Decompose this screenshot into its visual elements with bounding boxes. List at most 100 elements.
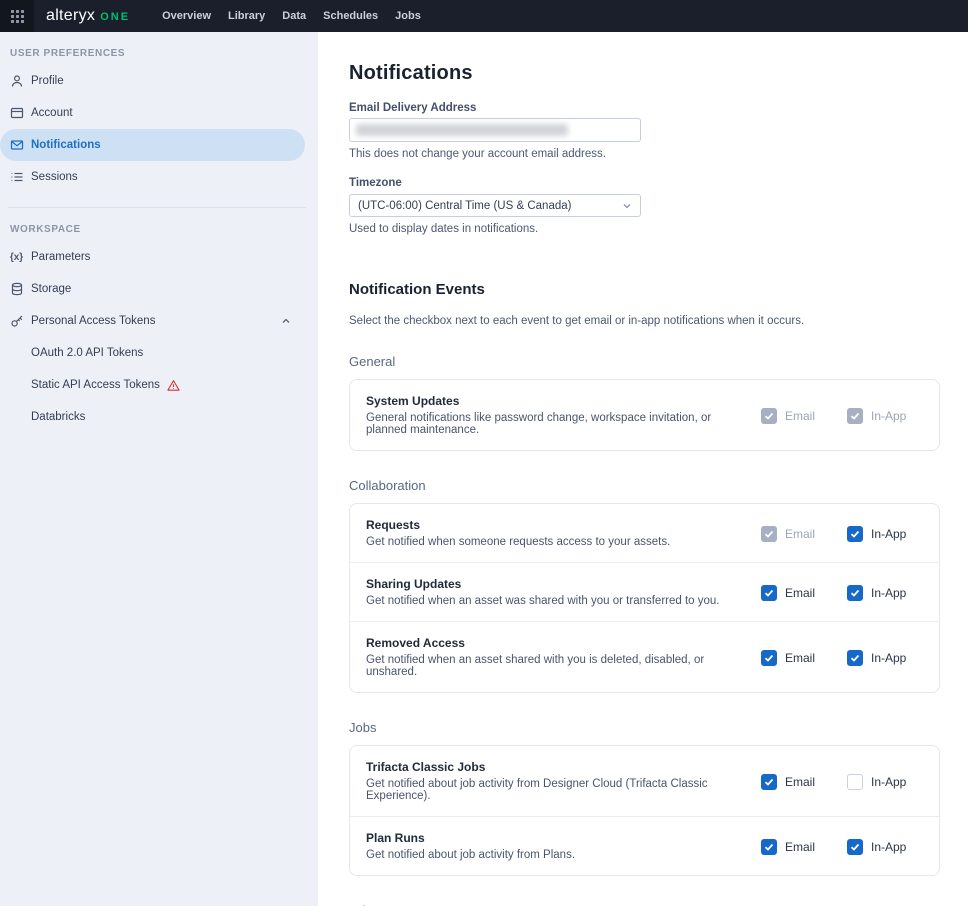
nav-item-library[interactable]: Library <box>228 10 265 22</box>
inapp-checkbox[interactable]: In-App <box>847 650 923 666</box>
sidebar-item-static-api-access-tokens[interactable]: Static API Access Tokens <box>0 369 305 401</box>
email-delivery-address-label: Email Delivery Address <box>349 102 940 114</box>
checkbox-label: Email <box>785 409 815 423</box>
timezone-select[interactable]: (UTC-06:00) Central Time (US & Canada) <box>349 194 641 217</box>
email-checkbox[interactable]: Email <box>761 526 847 542</box>
warning-triangle-icon <box>167 379 180 392</box>
sidebar-item-account[interactable]: Account <box>0 97 305 129</box>
checkbox[interactable] <box>761 408 777 424</box>
event-description: General notifications like password chan… <box>366 412 745 436</box>
group-title-collaboration: Collaboration <box>349 478 940 493</box>
event-row-system-updates: System Updates General notifications lik… <box>350 380 939 450</box>
checkbox-label: Email <box>785 527 815 541</box>
inapp-checkbox[interactable]: In-App <box>847 839 923 855</box>
email-checkbox[interactable]: Email <box>761 839 847 855</box>
email-checkbox[interactable]: Email <box>761 585 847 601</box>
checkbox[interactable] <box>761 774 777 790</box>
sidebar-item-label: OAuth 2.0 API Tokens <box>31 347 143 359</box>
nav-item-schedules[interactable]: Schedules <box>323 10 378 22</box>
nav-item-overview[interactable]: Overview <box>162 10 211 22</box>
settings-sidebar: USER PREFERENCES Profile Account Notific… <box>0 32 318 906</box>
sidebar-item-label: Parameters <box>31 251 90 263</box>
notification-events-title: Notification Events <box>349 281 940 298</box>
checkbox-label: Email <box>785 840 815 854</box>
checkbox[interactable] <box>761 526 777 542</box>
checkbox[interactable] <box>847 774 863 790</box>
checkbox-label: In-App <box>871 527 906 541</box>
timezone-label: Timezone <box>349 177 940 189</box>
group-title-jobs: Jobs <box>349 720 940 735</box>
page: alteryx ONE Overview Library Data Schedu… <box>0 0 968 906</box>
redacted-email-value <box>356 124 568 136</box>
inapp-checkbox[interactable]: In-App <box>847 526 923 542</box>
group-card-general: System Updates General notifications lik… <box>349 379 940 451</box>
checkbox[interactable] <box>847 408 863 424</box>
sidebar-item-label: Storage <box>31 283 71 295</box>
database-icon <box>9 282 24 297</box>
chevron-down-icon <box>622 201 632 211</box>
email-checkbox[interactable]: Email <box>761 774 847 790</box>
checkbox[interactable] <box>761 839 777 855</box>
email-delivery-address-input[interactable] <box>349 118 641 142</box>
logo-suffix-text: ONE <box>100 11 130 23</box>
checkbox-label: Email <box>785 651 815 665</box>
email-checkbox[interactable]: Email <box>761 408 847 424</box>
event-description: Get notified when an asset was shared wi… <box>366 595 745 607</box>
sidebar-item-parameters[interactable]: {x} Parameters <box>0 241 305 273</box>
checkbox[interactable] <box>761 585 777 601</box>
sidebar-item-label: Static API Access Tokens <box>31 379 160 391</box>
event-description: Get notified about job activity from Des… <box>366 778 745 802</box>
checkbox[interactable] <box>847 585 863 601</box>
braces-x-icon: {x} <box>9 250 24 265</box>
event-title: Removed Access <box>366 636 745 650</box>
checkbox[interactable] <box>847 650 863 666</box>
sidebar-item-label: Personal Access Tokens <box>31 315 155 327</box>
event-title: System Updates <box>366 394 745 408</box>
timezone-helper-text: Used to display dates in notifications. <box>349 223 940 235</box>
sidebar-item-label: Notifications <box>31 139 101 151</box>
notification-events-description: Select the checkbox next to each event t… <box>349 315 940 327</box>
event-description: Get notified about job activity from Pla… <box>366 849 745 861</box>
nav-item-data[interactable]: Data <box>282 10 306 22</box>
sidebar-item-profile[interactable]: Profile <box>0 65 305 97</box>
event-row-plan-runs: Plan Runs Get notified about job activit… <box>350 816 939 875</box>
checkbox[interactable] <box>847 526 863 542</box>
sidebar-item-databricks[interactable]: Databricks <box>0 401 305 433</box>
timezone-selected-value: (UTC-06:00) Central Time (US & Canada) <box>358 200 571 212</box>
event-row-removed-access: Removed Access Get notified when an asse… <box>350 621 939 692</box>
event-description: Get notified when an asset shared with y… <box>366 654 745 678</box>
checkbox[interactable] <box>847 839 863 855</box>
sidebar-item-label: Profile <box>31 75 64 87</box>
sidebar-item-notifications[interactable]: Notifications <box>0 129 305 161</box>
envelope-icon <box>9 138 24 153</box>
sidebar-section-user-preferences: USER PREFERENCES <box>0 38 318 65</box>
inapp-checkbox[interactable]: In-App <box>847 774 923 790</box>
checkbox-label: Email <box>785 775 815 789</box>
nav-item-jobs[interactable]: Jobs <box>395 10 421 22</box>
inapp-checkbox[interactable]: In-App <box>847 408 923 424</box>
event-description: Get notified when someone requests acces… <box>366 536 745 548</box>
checkbox-label: In-App <box>871 651 906 665</box>
event-row-trifacta-classic-jobs: Trifacta Classic Jobs Get notified about… <box>350 746 939 816</box>
checkbox-label: In-App <box>871 775 906 789</box>
sidebar-divider <box>8 207 306 208</box>
chevron-up-icon[interactable] <box>281 316 291 326</box>
alteryx-logo[interactable]: alteryx ONE <box>46 7 130 25</box>
sidebar-item-personal-access-tokens[interactable]: Personal Access Tokens <box>0 305 305 337</box>
checkbox-label: In-App <box>871 840 906 854</box>
group-card-jobs: Trifacta Classic Jobs Get notified about… <box>349 745 940 876</box>
inapp-checkbox[interactable]: In-App <box>847 585 923 601</box>
event-title: Sharing Updates <box>366 577 745 591</box>
group-title-general: General <box>349 354 940 369</box>
app-switcher-button[interactable] <box>0 0 34 32</box>
sidebar-item-label: Account <box>31 107 73 119</box>
checkbox[interactable] <box>761 650 777 666</box>
sidebar-item-sessions[interactable]: Sessions <box>0 161 305 193</box>
sidebar-item-label: Databricks <box>31 411 85 423</box>
email-checkbox[interactable]: Email <box>761 650 847 666</box>
sidebar-item-storage[interactable]: Storage <box>0 273 305 305</box>
event-title: Trifacta Classic Jobs <box>366 760 745 774</box>
checkbox-label: In-App <box>871 586 906 600</box>
sidebar-item-oauth-api-tokens[interactable]: OAuth 2.0 API Tokens <box>0 337 305 369</box>
sidebar-section-workspace: WORKSPACE <box>0 214 318 241</box>
